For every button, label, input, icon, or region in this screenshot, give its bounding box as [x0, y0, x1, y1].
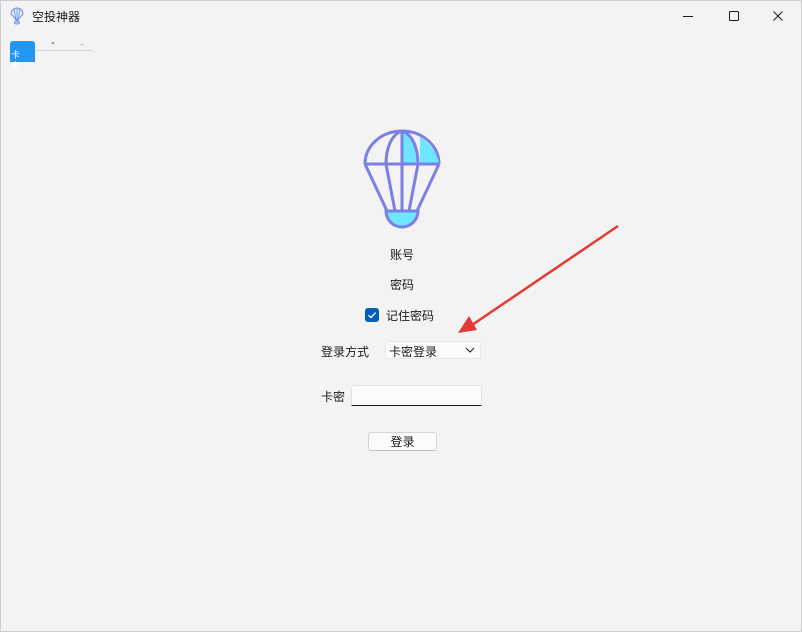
tab-mark: ⁻ — [80, 41, 85, 50]
close-icon — [773, 11, 783, 21]
window-title: 空投神器 — [32, 10, 81, 24]
remember-password-checkbox[interactable] — [365, 308, 379, 322]
parachute-icon — [10, 7, 24, 25]
tab-strip: 卡 密 " ⁻ — [10, 41, 94, 72]
minimize-icon — [683, 16, 693, 17]
tab-divider — [35, 50, 93, 51]
login-mode-label: 登录方式 — [321, 345, 370, 359]
title-bar[interactable]: 空投神器 — [1, 1, 801, 31]
maximize-icon — [729, 11, 739, 21]
tab-card-login-label: 卡 密 — [11, 51, 20, 72]
tab-mark: " — [51, 41, 55, 50]
minimize-button[interactable] — [665, 1, 711, 31]
maximize-button[interactable] — [711, 1, 757, 31]
password-label: 密码 — [389, 278, 414, 292]
card-key-input[interactable] — [351, 385, 482, 406]
remember-password[interactable]: 记住密码 — [365, 306, 434, 324]
chevron-down-icon — [465, 347, 475, 353]
app-window: 空投神器 卡 密 " ⁻ 账号 密码 记住密码 登录方式 卡密登录 卡密 登录 — [0, 0, 802, 632]
remember-password-label: 记住密码 — [386, 308, 435, 323]
tab-card-login[interactable]: 卡 密 — [10, 41, 35, 72]
checkmark-icon — [368, 312, 377, 319]
account-label: 账号 — [389, 248, 414, 262]
login-button[interactable]: 登录 — [368, 432, 437, 451]
login-mode-dropdown[interactable]: 卡密登录 — [385, 341, 481, 359]
login-mode-selected: 卡密登录 — [389, 345, 438, 359]
card-key-label: 卡密 — [321, 390, 346, 404]
parachute-logo-icon — [362, 129, 442, 233]
close-button[interactable] — [755, 1, 801, 31]
